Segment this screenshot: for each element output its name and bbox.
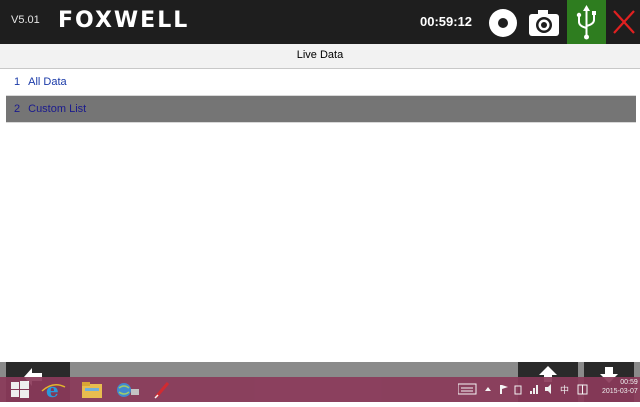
list-item-index: 1 [14,76,21,88]
record-icon[interactable] [489,9,517,37]
menu-list: 1 All Data 2 Custom List [6,69,636,123]
windows-start-icon[interactable] [8,379,32,400]
ime-icon: 中 [560,384,569,396]
close-icon[interactable] [606,0,640,44]
usb-icon[interactable] [567,0,606,44]
internet-explorer-icon[interactable]: e [38,379,68,400]
keyboard-icon [458,383,477,395]
list-item-custom-list[interactable]: 2 Custom List [6,96,636,123]
volume-icon [545,384,551,394]
brand-logo: FOXWELL [58,8,190,33]
list-item-label: All Data [28,76,67,88]
page-title: Live Data [296,49,344,61]
flag-icon [500,385,502,394]
system-tray: 中 [458,383,588,396]
screen-header: Live Data [0,44,640,69]
pen-app-icon[interactable] [150,379,174,400]
taskbar-time: 00:59 [620,379,638,386]
list-item-index: 2 [14,103,21,115]
tray-expand-icon [485,387,491,391]
windows-taskbar: e 中 00:59 2015-03-07 [0,377,640,402]
list-item-label: Custom List [28,103,87,115]
clock: 00:59:12 [420,14,473,29]
camera-icon[interactable] [526,8,562,38]
taskbar-clock[interactable]: 00:59 2015-03-07 [602,378,638,396]
signal-icon [530,391,532,394]
battery-icon [514,385,522,395]
file-explorer-icon[interactable] [80,379,104,400]
top-bar: V5.01 FOXWELL 00:59:12 [0,0,640,44]
taskbar-date: 2015-03-07 [602,388,638,395]
svg-text:e: e [46,379,59,400]
list-item-all-data[interactable]: 1 All Data [6,69,636,96]
network-globe-icon[interactable] [114,379,142,400]
version-label: V5.01 [11,14,40,26]
